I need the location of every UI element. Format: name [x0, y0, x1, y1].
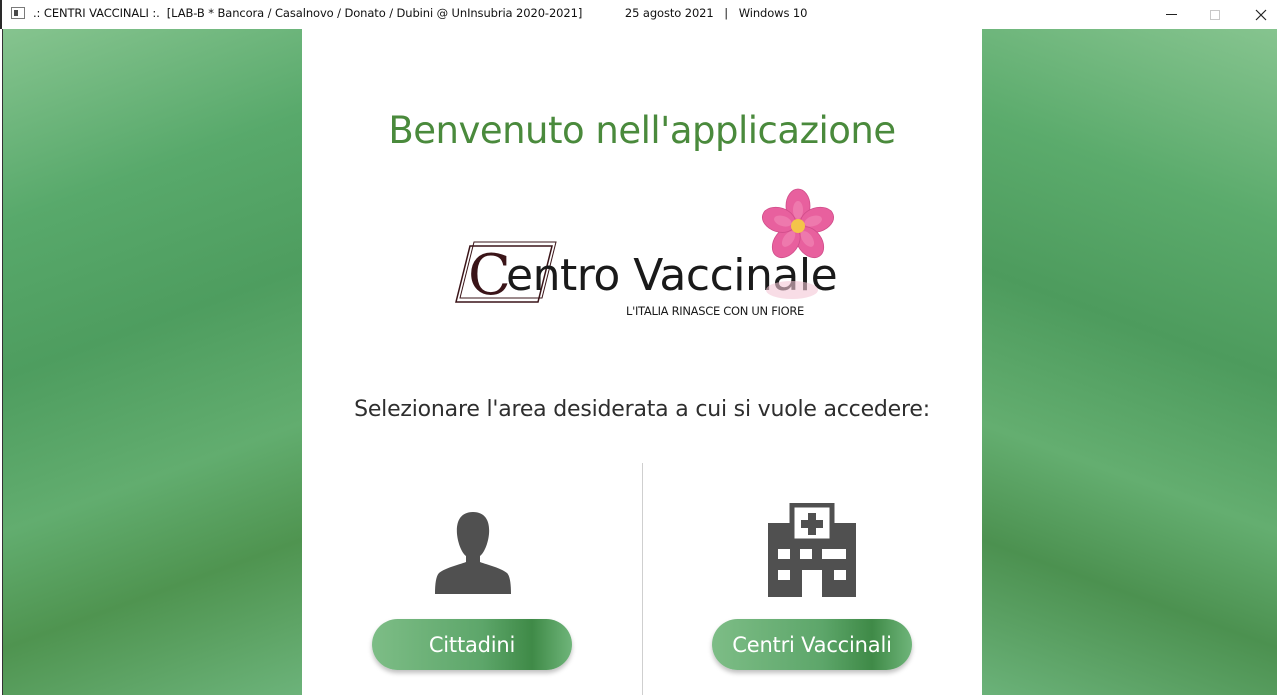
vertical-divider — [642, 463, 643, 695]
maximize-button[interactable] — [1192, 0, 1238, 29]
centri-vaccinali-button[interactable]: Centri Vaccinali — [712, 619, 912, 670]
right-background-panel — [982, 29, 1277, 695]
window-titlebar[interactable]: .: CENTRI VACCINALI :. [LAB-B * Bancora … — [0, 0, 1277, 29]
app-icon[interactable] — [11, 7, 25, 19]
centro-vaccinale-logo: C entro Vaccinale L'ITALIA RINASCE CON U… — [455, 188, 838, 318]
logo-tagline: L'ITALIA RINASCE CON UN FIORE — [626, 304, 804, 318]
user-icon — [435, 512, 511, 594]
welcome-heading: Benvenuto nell'applicazione — [388, 109, 896, 152]
main-panel: Benvenuto nell'applicazione C entro Vacc… — [302, 29, 982, 695]
maximize-icon — [1210, 9, 1220, 20]
minimize-icon — [1165, 14, 1177, 15]
left-background-panel — [2, 29, 302, 695]
cittadini-button[interactable]: Cittadini — [372, 619, 572, 670]
logo-petal-reflection — [766, 281, 818, 299]
minimize-button[interactable] — [1148, 0, 1194, 29]
area-selection-prompt: Selezionare l'area desiderata a cui si v… — [354, 397, 930, 422]
hospital-icon — [768, 503, 856, 597]
logo-initial: C — [468, 243, 511, 308]
close-button[interactable] — [1238, 0, 1277, 29]
window-title: .: CENTRI VACCINALI :. [LAB-B * Bancora … — [33, 6, 808, 20]
close-icon — [1255, 9, 1267, 20]
